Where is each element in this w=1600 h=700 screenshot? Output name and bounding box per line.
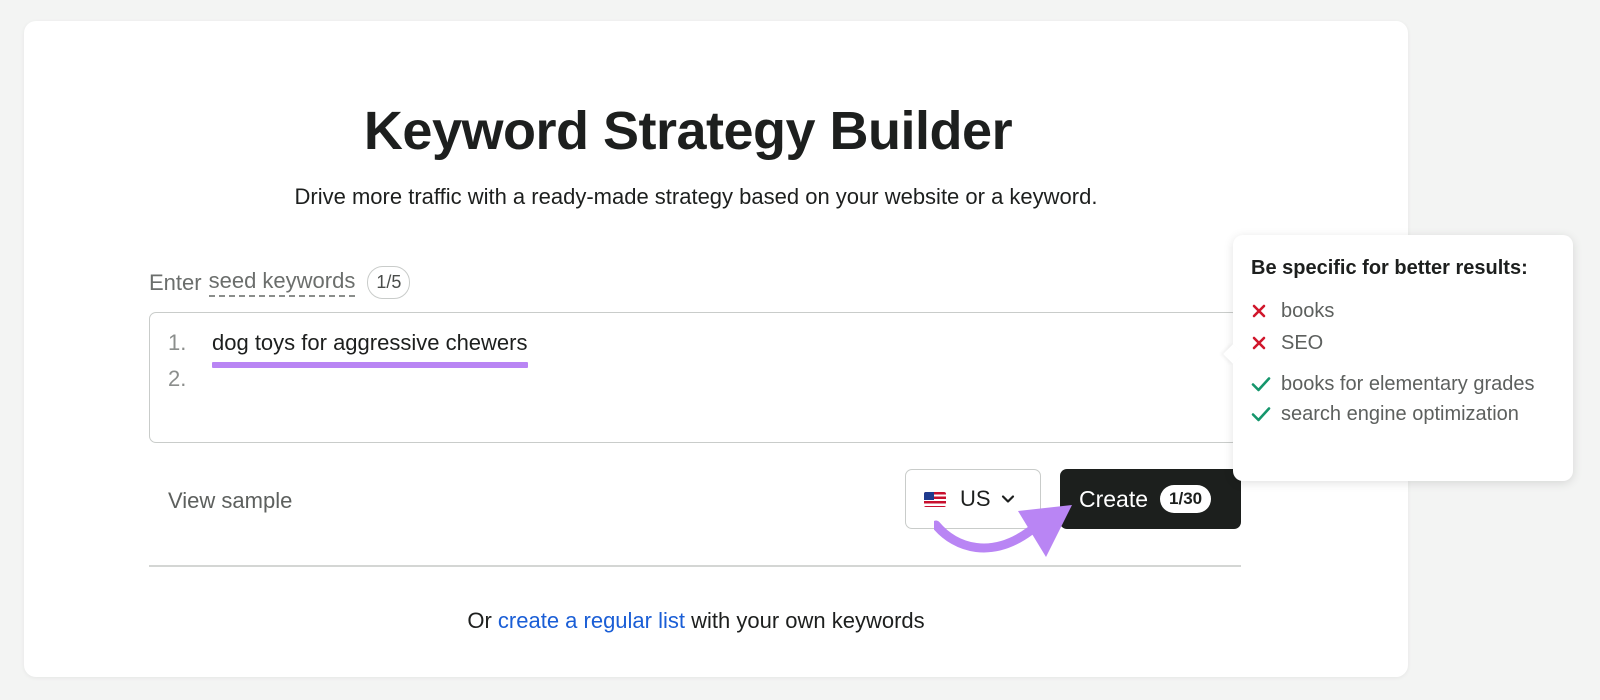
line-number: 1. (168, 330, 187, 355)
check-icon (1251, 399, 1273, 429)
keyword-text: dog toys for aggressive chewers (212, 330, 528, 355)
page-subtitle: Drive more traffic with a ready-made str… (294, 184, 1098, 209)
check-icon (1251, 369, 1273, 399)
curved-arrow-icon (934, 505, 1072, 557)
seed-label-prefix: Enter (149, 269, 202, 295)
seed-keywords-tooltip-link[interactable]: seed keywords (208, 268, 356, 297)
keyword-line[interactable]: 2. (168, 366, 212, 392)
create-label: Create (1079, 485, 1149, 512)
chevron-down-icon (1001, 495, 1014, 503)
create-regular-list-link[interactable]: create a regular list (498, 608, 685, 633)
footer-text: Or create a regular list with your own k… (24, 608, 1368, 634)
bad-example-text: SEO (1281, 332, 1324, 354)
view-sample-link[interactable]: View sample (168, 488, 292, 514)
create-count-badge: 1/30 (1160, 485, 1212, 513)
seed-count-badge: 1/5 (367, 266, 411, 299)
cross-icon (1251, 328, 1273, 358)
good-example: books for elementary grades (1251, 369, 1555, 399)
good-example-text: books for elementary grades (1281, 373, 1535, 395)
keyword-strategy-card: Keyword Strategy Builder Drive more traf… (24, 21, 1408, 677)
cross-icon (1251, 296, 1273, 326)
bad-example: books (1251, 296, 1555, 326)
page-title: Keyword Strategy Builder (363, 101, 1013, 161)
footer-prefix: Or (467, 608, 492, 633)
good-example-text: search engine optimization (1281, 403, 1519, 425)
divider (149, 565, 1241, 567)
good-example: search engine optimization (1251, 399, 1555, 429)
seed-keywords-label: Enter seed keywords 1/5 (149, 266, 411, 299)
bad-example: SEO (1251, 328, 1555, 358)
create-button[interactable]: Create 1/30 (1060, 469, 1241, 529)
tips-popover: Be specific for better results: books SE… (1233, 235, 1573, 481)
seed-keywords-textarea[interactable]: 1. dog toys for aggressive chewers 2. (149, 312, 1239, 443)
line-number: 2. (168, 366, 187, 391)
tips-title: Be specific for better results: (1251, 257, 1528, 279)
bad-example-text: books (1281, 300, 1335, 322)
keyword-line[interactable]: 1. dog toys for aggressive chewers (168, 330, 528, 356)
footer-suffix: with your own keywords (691, 608, 925, 633)
